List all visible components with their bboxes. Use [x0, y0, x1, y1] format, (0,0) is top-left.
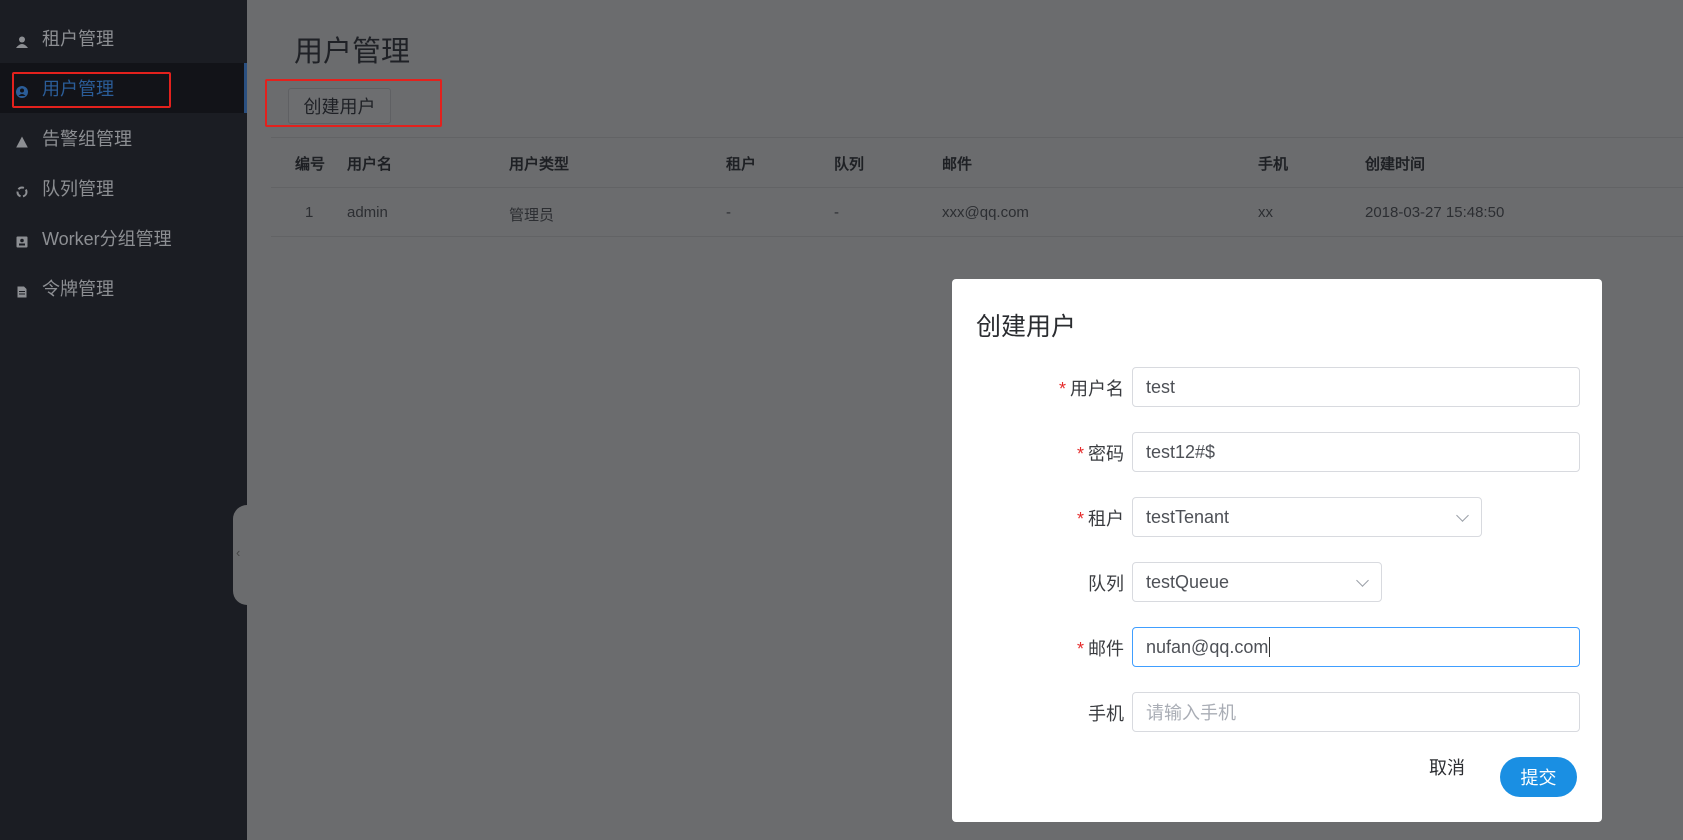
column-header: 用户类型 — [509, 156, 570, 173]
password-input[interactable]: test12#$ — [1132, 432, 1580, 472]
table-cell: xx — [1258, 204, 1273, 221]
queue-select-value: testQueue — [1146, 571, 1230, 592]
table-cell: - — [834, 204, 839, 221]
username-label: * 用户名 — [1058, 379, 1124, 399]
sidebar-item-alert-group[interactable]: 告警组管理 — [0, 113, 247, 163]
email-label: * 邮件 — [1076, 639, 1124, 659]
sidebar-collapse-handle[interactable]: ‹ — [233, 505, 247, 605]
sidebar: 租户管理 用户管理 告警组管理 队列管理 Worker分组管理 令牌管理 — [0, 0, 247, 840]
id-card-icon — [16, 232, 28, 248]
table-cell: 管理员 — [509, 207, 555, 224]
queue-label: 队列 — [1088, 574, 1124, 594]
highlight-box — [12, 72, 171, 108]
sidebar-item-tenant[interactable]: 租户管理 — [0, 13, 247, 63]
cancel-button[interactable]: 取消 — [1429, 754, 1465, 780]
dialog-title: 创建用户 — [976, 313, 1077, 341]
user-icon — [16, 32, 28, 48]
text-cursor — [1269, 637, 1271, 657]
sidebar-item-label: 告警组管理 — [42, 129, 132, 149]
warning-icon — [16, 132, 28, 148]
column-header: 创建时间 — [1365, 156, 1426, 173]
tenant-select-value: testTenant — [1146, 506, 1230, 527]
required-mark: * — [1076, 444, 1084, 464]
username-input[interactable]: test — [1132, 367, 1580, 407]
chevron-down-icon — [1456, 509, 1469, 522]
column-header: 队列 — [834, 156, 865, 173]
document-icon — [16, 282, 28, 298]
sidebar-item-queue[interactable]: 队列管理 — [0, 163, 247, 213]
sidebar-item-token[interactable]: 令牌管理 — [0, 263, 247, 313]
submit-button[interactable]: 提交 — [1500, 757, 1577, 797]
tenant-select[interactable]: testTenant — [1132, 497, 1482, 537]
queue-select[interactable]: testQueue — [1132, 562, 1382, 602]
table-cell: xxx@qq.com — [942, 204, 1029, 221]
divider — [271, 187, 1683, 188]
table-cell: admin — [347, 204, 388, 221]
column-header: 手机 — [1258, 156, 1289, 173]
table-cell: - — [726, 204, 731, 221]
sidebar-item-label: 租户管理 — [42, 29, 114, 49]
chevron-down-icon — [1356, 574, 1369, 587]
column-header: 租户 — [726, 156, 757, 173]
phone-label: 手机 — [1088, 704, 1124, 724]
divider — [271, 236, 1683, 237]
tenant-label: * 租户 — [1076, 509, 1124, 529]
table-cell: 1 — [305, 204, 314, 221]
column-header: 邮件 — [942, 156, 973, 173]
sidebar-item-label: 队列管理 — [42, 179, 114, 199]
email-input[interactable]: nufan@qq.com — [1132, 627, 1580, 667]
column-header: 用户名 — [347, 156, 393, 173]
sidebar-item-label: Worker分组管理 — [42, 229, 172, 249]
highlight-box — [265, 79, 442, 127]
sidebar-item-worker-group[interactable]: Worker分组管理 — [0, 213, 247, 263]
page-title: 用户管理 — [294, 36, 411, 68]
recycle-icon — [16, 182, 28, 198]
password-label: * 密码 — [1076, 444, 1124, 464]
create-user-dialog: 创建用户 * 用户名 test * 密码 test12#$ * 租户 testTena… — [952, 279, 1602, 822]
phone-input[interactable]: 请输入手机 — [1132, 692, 1580, 732]
chevron-left-icon: ‹ — [236, 545, 241, 560]
required-mark: * — [1076, 509, 1084, 529]
table-cell: 2018-03-27 15:48:50 — [1365, 204, 1505, 221]
sidebar-item-label: 令牌管理 — [42, 279, 114, 299]
required-mark: * — [1076, 639, 1084, 659]
required-mark: * — [1058, 379, 1066, 399]
divider — [271, 137, 1683, 138]
email-input-value: nufan@qq.com — [1146, 636, 1269, 657]
column-header: 编号 — [295, 156, 326, 173]
